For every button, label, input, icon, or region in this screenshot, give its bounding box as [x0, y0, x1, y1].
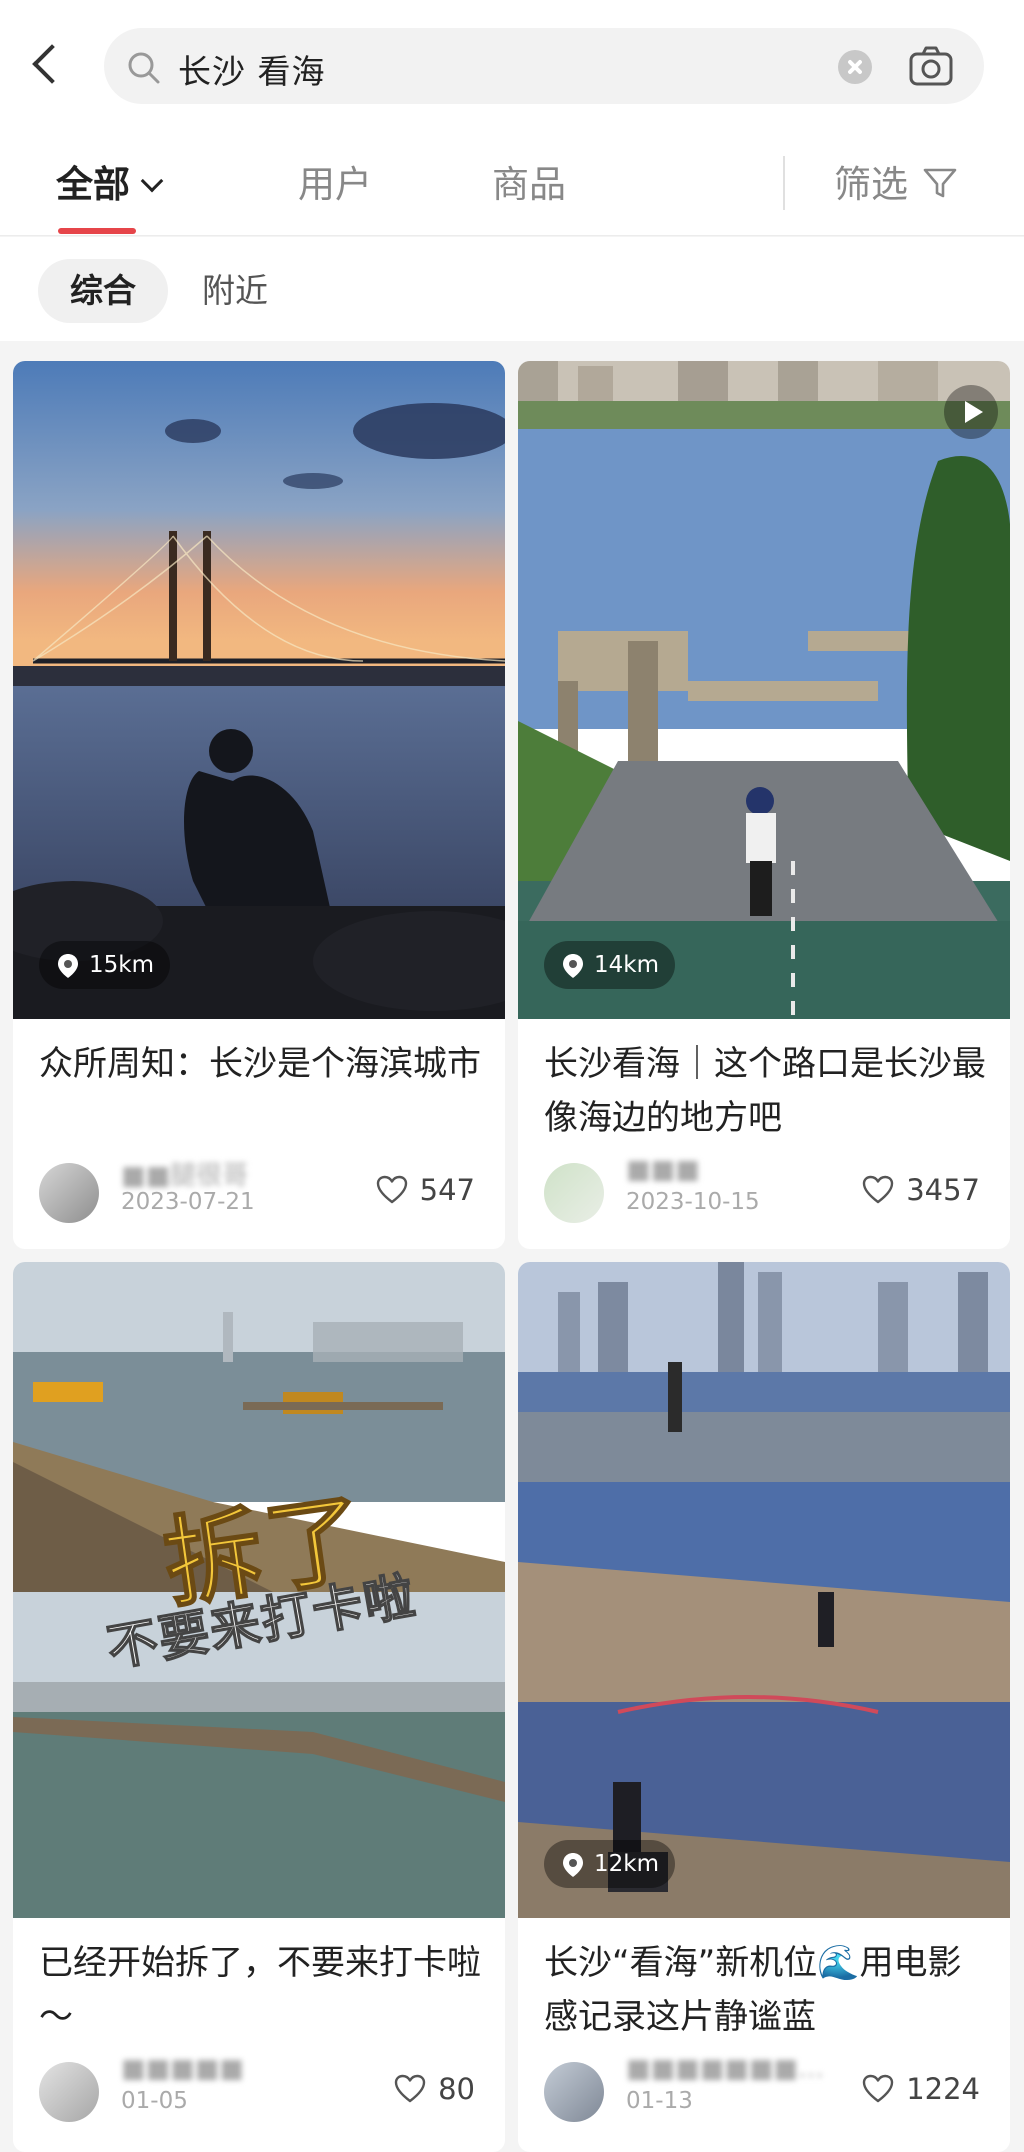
search-icon	[126, 50, 162, 86]
tab-all-label: 全部	[56, 163, 130, 206]
note-card[interactable]: 拆了 不要来打卡啦 已经开始拆了，不要来打卡啦～ ■■■■■ 01-05 80	[13, 1262, 505, 2152]
search-input[interactable]: 长沙 看海	[104, 28, 984, 104]
location-pin-icon	[563, 954, 583, 978]
like-button[interactable]: 3457	[862, 1173, 980, 1207]
avatar[interactable]	[39, 2062, 99, 2122]
heart-icon	[394, 2074, 426, 2104]
clear-icon[interactable]	[838, 50, 872, 84]
chevron-down-icon	[140, 169, 164, 193]
tab-divider	[783, 156, 785, 210]
note-cover-image: 14km	[518, 361, 1010, 1019]
avatar[interactable]	[544, 1163, 604, 1223]
distance-text: 15km	[89, 952, 154, 978]
note-card[interactable]: 15km 众所周知：长沙是个海滨城市 ■■腿很哥 2023-07-21 547	[13, 361, 505, 1249]
top-bar: 长沙 看海	[0, 0, 1024, 120]
post-date: 2023-07-21	[121, 1189, 255, 1215]
location-pin-icon	[58, 954, 78, 978]
note-title: 长沙看海｜这个路口是长沙最像海边的地方吧	[544, 1044, 986, 1138]
note-title: 长沙“看海”新机位🌊用电影感记录这片静谧蓝	[544, 1943, 962, 2037]
tab-users[interactable]: 用户	[298, 154, 372, 208]
chip-comprehensive[interactable]: 综合	[38, 259, 168, 323]
heart-icon	[376, 1175, 408, 1205]
note-cover-image: 拆了 不要来打卡啦	[13, 1262, 505, 1918]
note-footer: ■■腿很哥 2023-07-21 547	[13, 1159, 505, 1229]
author-name[interactable]: ■■■■■	[121, 2054, 244, 2084]
note-cover-image: 12km	[518, 1262, 1010, 1918]
chip-nearby[interactable]: 附近	[170, 259, 300, 323]
note-cover-image: 15km	[13, 361, 505, 1019]
funnel-icon	[922, 165, 958, 201]
location-pin-icon	[563, 1853, 583, 1877]
note-title: 已经开始拆了，不要来打卡啦～	[39, 1943, 481, 2037]
author-name[interactable]: ■■■	[626, 1155, 700, 1185]
distance-badge: 15km	[39, 941, 170, 989]
note-card[interactable]: 14km 长沙看海｜这个路口是长沙最像海边的地方吧 ■■■ 2023-10-15…	[518, 361, 1010, 1249]
like-button[interactable]: 80	[394, 2072, 475, 2106]
video-play-icon	[944, 385, 998, 439]
note-card[interactable]: 12km 长沙“看海”新机位🌊用电影感记录这片静谧蓝 ■■■■■■■… 01-1…	[518, 1262, 1010, 2152]
post-date: 01-05	[121, 2088, 188, 2114]
search-query-text: 长沙 看海	[178, 52, 326, 91]
result-type-tabs: 全部 用户 商品 筛选	[0, 120, 1024, 236]
sort-tabs: 综合 附近	[0, 237, 1024, 341]
back-arrow-icon[interactable]	[26, 42, 66, 88]
like-button[interactable]: 547	[376, 1173, 475, 1207]
avatar[interactable]	[544, 2062, 604, 2122]
like-count: 3457	[906, 1173, 980, 1207]
note-title: 众所周知：长沙是个海滨城市	[39, 1044, 481, 1084]
tab-all[interactable]: 全部	[56, 154, 164, 208]
distance-text: 12km	[594, 1851, 659, 1877]
active-tab-indicator	[58, 228, 136, 234]
like-count: 547	[419, 1173, 475, 1207]
distance-text: 14km	[594, 952, 659, 978]
post-date: 01-13	[626, 2088, 693, 2114]
note-footer: ■■■ 2023-10-15 3457	[518, 1155, 1010, 1229]
tab-goods[interactable]: 商品	[492, 154, 566, 208]
distance-badge: 14km	[544, 941, 675, 989]
heart-icon	[862, 2074, 894, 2104]
avatar[interactable]	[39, 1163, 99, 1223]
filter-label: 筛选	[834, 163, 908, 206]
like-button[interactable]: 1224	[862, 2072, 980, 2106]
heart-icon	[862, 1175, 894, 1205]
like-count: 1224	[906, 2072, 980, 2106]
camera-search-icon[interactable]	[908, 45, 954, 87]
author-name[interactable]: ■■腿很哥	[121, 1155, 248, 1192]
like-count: 80	[438, 2072, 475, 2106]
note-footer: ■■■■■ 01-05 80	[13, 2054, 505, 2128]
note-footer: ■■■■■■■… 01-13 1224	[518, 2054, 1010, 2128]
author-name[interactable]: ■■■■■■■…	[626, 2054, 824, 2084]
post-date: 2023-10-15	[626, 1189, 760, 1215]
filter-button[interactable]: 筛选	[834, 154, 958, 208]
distance-badge: 12km	[544, 1840, 675, 1888]
